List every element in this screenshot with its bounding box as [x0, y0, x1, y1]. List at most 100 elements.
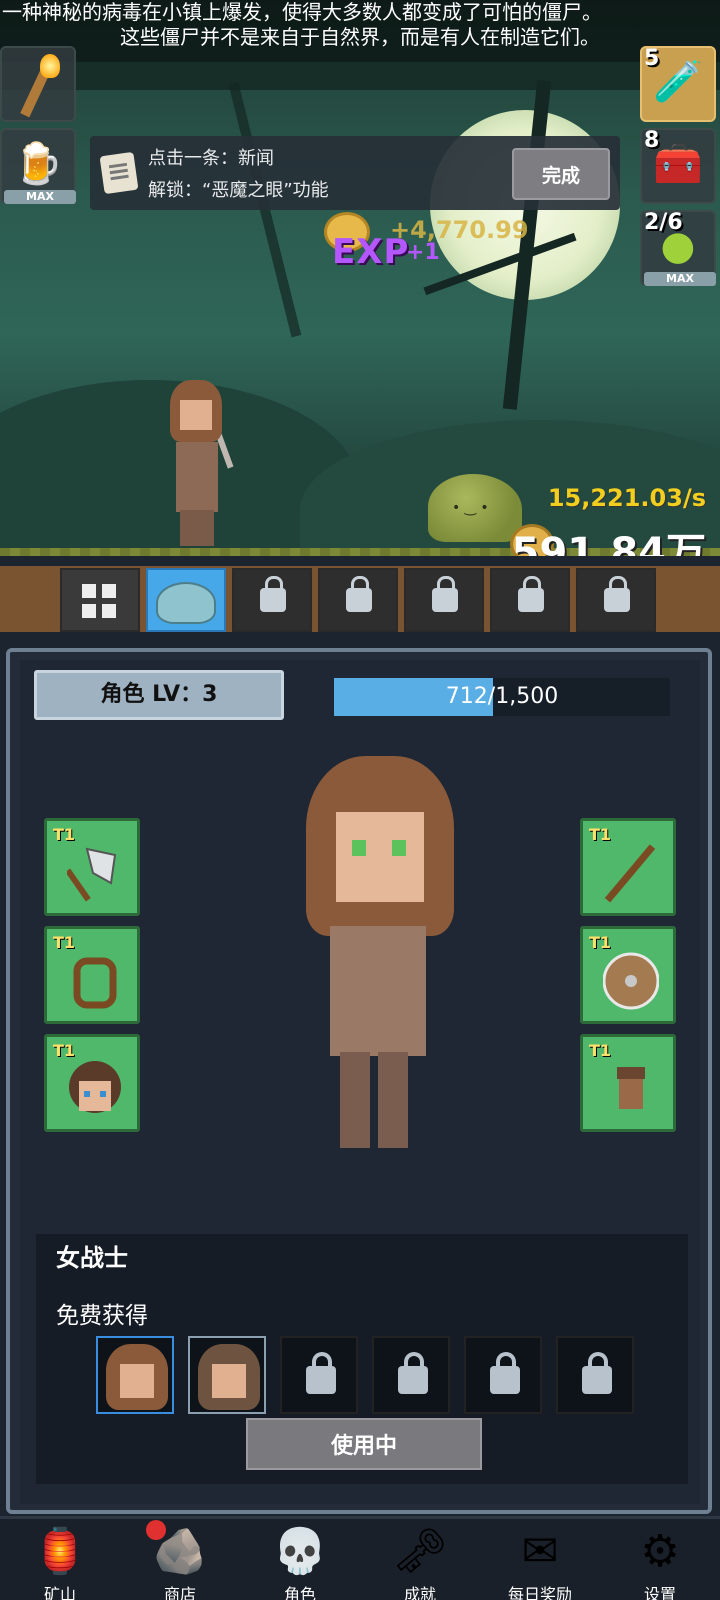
hero-body: [176, 442, 218, 512]
skin-option[interactable]: [188, 1336, 266, 1414]
grid-icon: [102, 584, 116, 598]
lock-icon: [346, 576, 372, 612]
tier-label: T1: [589, 933, 612, 952]
skin-option-locked[interactable]: [280, 1336, 358, 1414]
portrait-leg: [340, 1052, 370, 1148]
bottom-nav: 🏮 矿山 🪨 商店 💀 角色 🗝 成就 ✉ 每日奖励 ⚙ 设置: [0, 1516, 720, 1600]
slime-icon: [156, 582, 216, 624]
tab-locked[interactable]: [404, 568, 484, 632]
nav-label: 商店: [163, 1585, 196, 1600]
skin-portrait: [198, 1344, 260, 1410]
portrait-eye: [352, 840, 366, 856]
lantern-icon: 🏮: [32, 1526, 88, 1577]
xp-progress-text: 712/1,500: [334, 678, 670, 716]
torch-flame: [40, 54, 60, 78]
character-panel-inner: 角色 LV：3 712/1,500 T1 T1 T1 T1 T1 T1 女战士 …: [20, 660, 700, 1504]
slime-button[interactable]: ● 2/6 MAX: [640, 210, 716, 286]
equip-slot-shield[interactable]: T1: [580, 926, 676, 1024]
story-line-2: 这些僵尸并不是来自于自然界，而是有人在制造它们。: [120, 25, 600, 49]
skin-portrait: [106, 1344, 168, 1410]
lock-icon: [398, 1352, 428, 1394]
character-info: 女战士 免费获得 使用中: [36, 1234, 688, 1484]
key-icon: 🗝: [392, 1526, 448, 1577]
nav-shop[interactable]: 🪨 商店: [120, 1519, 240, 1600]
equip-slot-gloves[interactable]: T1: [580, 1034, 676, 1132]
beer-mug-icon: 🍺: [13, 141, 63, 187]
nav-label: 成就: [403, 1585, 436, 1600]
nav-character[interactable]: 💀 角色: [240, 1519, 360, 1600]
skin-option-locked[interactable]: [372, 1336, 450, 1414]
letter-icon: ✉: [521, 1526, 559, 1577]
quest-panel: 点击一条：新闻 解锁：“恶魔之眼”功能 完成: [90, 136, 620, 210]
character-source: 免费获得: [56, 1303, 148, 1329]
slime-enemy[interactable]: [428, 474, 522, 542]
portrait-leg: [378, 1052, 408, 1148]
nav-settings[interactable]: ⚙ 设置: [600, 1519, 720, 1600]
beer-button[interactable]: 🍺 MAX: [0, 128, 76, 204]
equip-slot-armor[interactable]: T1: [44, 926, 140, 1024]
lock-icon: [490, 1352, 520, 1394]
warrior-hero: [164, 380, 234, 550]
character-panel: 角色 LV：3 712/1,500 T1 T1 T1 T1 T1 T1 女战士 …: [6, 648, 712, 1514]
portrait-torso: [330, 926, 426, 1056]
tab-locked[interactable]: [318, 568, 398, 632]
lock-icon: [518, 576, 544, 612]
gold-total: 591.84万: [511, 530, 706, 556]
tab-locked[interactable]: [490, 568, 570, 632]
battle-scene[interactable]: +4,770.99 EXP +1 15,221.03/s 591.84万 一种神…: [0, 0, 720, 556]
lock-icon: [306, 1352, 336, 1394]
hero-legs: [180, 510, 214, 546]
axe-icon: [67, 847, 117, 902]
grid-icon: [102, 604, 116, 618]
torch-button[interactable]: [0, 46, 76, 122]
max-badge: MAX: [644, 272, 716, 286]
slime-count: 2/6: [644, 210, 683, 235]
character-tabs: [0, 566, 720, 632]
equip-slot-head[interactable]: T1: [44, 1034, 140, 1132]
newspaper-icon: [99, 151, 139, 195]
tab-grid[interactable]: [60, 568, 140, 632]
nav-label: 设置: [643, 1585, 676, 1600]
exp-popup-label: EXP: [332, 232, 410, 272]
portrait-face: [336, 812, 424, 902]
lock-icon: [260, 576, 286, 612]
equip-slot-weapon[interactable]: T1: [44, 818, 140, 916]
tab-locked[interactable]: [232, 568, 312, 632]
skin-option-locked[interactable]: [464, 1336, 542, 1414]
skull-icon: 💀: [272, 1526, 328, 1577]
xp-current: 712: [445, 684, 488, 709]
quest-complete-button[interactable]: 完成: [512, 148, 610, 200]
skin-option-locked[interactable]: [556, 1336, 634, 1414]
tier-label: T1: [53, 825, 76, 844]
story-line-1: 一种神秘的病毒在小镇上爆发，使得大多数人都变成了可怕的僵尸。: [2, 0, 602, 24]
tab-slime[interactable]: [146, 568, 226, 632]
character-level: 角色 LV：3: [34, 670, 284, 720]
chest-button[interactable]: 🧰 8: [640, 128, 716, 204]
in-use-button[interactable]: 使用中: [246, 1418, 482, 1470]
glove-icon: [617, 1067, 645, 1109]
nav-achievements[interactable]: 🗝 成就: [360, 1519, 480, 1600]
tier-label: T1: [53, 933, 76, 952]
lock-icon: [604, 576, 630, 612]
tree-branch: [0, 62, 720, 90]
head-icon: [69, 1061, 121, 1113]
grid-icon: [82, 584, 96, 598]
tab-locked[interactable]: [576, 568, 656, 632]
character-name: 女战士: [56, 1244, 128, 1272]
lock-icon: [432, 576, 458, 612]
character-portrait: [300, 756, 460, 1156]
potion-button[interactable]: 🧪 5: [640, 46, 716, 122]
nav-mine[interactable]: 🏮 矿山: [0, 1519, 120, 1600]
tier-label: T1: [589, 825, 612, 844]
quest-task: 点击一条：新闻: [148, 148, 274, 169]
portrait-eye: [392, 840, 406, 856]
equip-slot-staff[interactable]: T1: [580, 818, 676, 916]
tier-label: T1: [589, 1041, 612, 1060]
gear-icon: ⚙: [640, 1526, 680, 1577]
nav-label: 每日奖励: [507, 1585, 572, 1600]
potion-count: 5: [644, 46, 660, 71]
nav-daily-reward[interactable]: ✉ 每日奖励: [480, 1519, 600, 1600]
grid-icon: [82, 604, 96, 618]
skin-option[interactable]: [96, 1336, 174, 1414]
max-badge: MAX: [4, 190, 76, 204]
